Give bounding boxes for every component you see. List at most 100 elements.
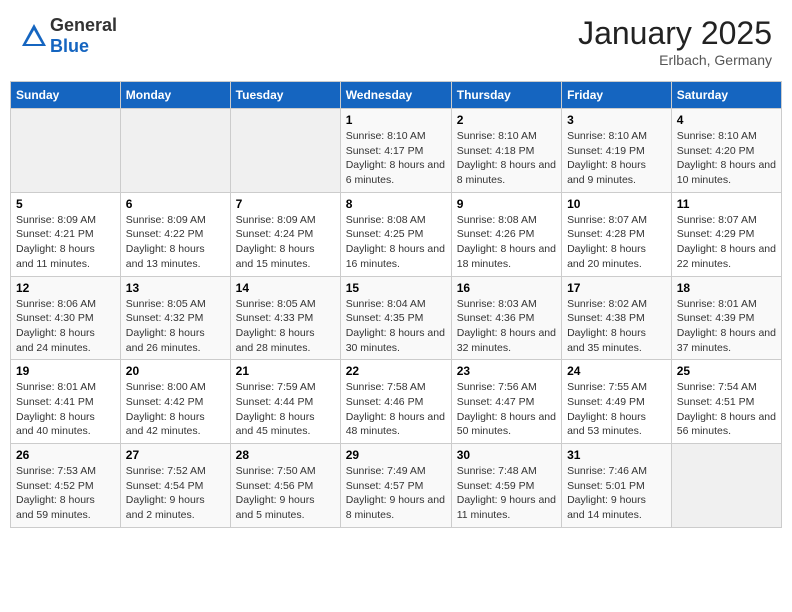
day-number: 19 (16, 364, 115, 378)
day-number: 17 (567, 281, 666, 295)
calendar-week-row: 12Sunrise: 8:06 AM Sunset: 4:30 PM Dayli… (11, 276, 782, 360)
day-number: 25 (677, 364, 776, 378)
calendar-cell: 20 Sunrise: 8:00 AM Sunset: 4:42 PM Dayli… (120, 360, 230, 444)
day-info: Sunrise: 7:59 AM Sunset: 4:44 PM Dayligh… (236, 380, 335, 439)
day-number: 24 (567, 364, 666, 378)
calendar-cell: 9 Sunrise: 8:08 AM Sunset: 4:26 PM Daylig… (451, 192, 561, 276)
day-info: Sunrise: 7:53 AM Sunset: 4:52 PM Dayligh… (16, 464, 115, 523)
page-header: General Blue January 2025 Erlbach, Germa… (10, 10, 782, 73)
day-number: 5 (16, 197, 115, 211)
day-info: Sunrise: 8:08 AM Sunset: 4:26 PM Dayligh… (457, 213, 556, 272)
day-number: 6 (126, 197, 225, 211)
day-info: Sunrise: 8:10 AM Sunset: 4:20 PM Dayligh… (677, 129, 776, 188)
day-number: 9 (457, 197, 556, 211)
day-info: Sunrise: 8:02 AM Sunset: 4:38 PM Dayligh… (567, 297, 666, 356)
calendar-cell: 8Sunrise: 8:08 AM Sunset: 4:25 PM Daylig… (340, 192, 451, 276)
day-info: Sunrise: 8:07 AM Sunset: 4:29 PM Dayligh… (677, 213, 776, 272)
day-info: Sunrise: 7:58 AM Sunset: 4:46 PM Dayligh… (346, 380, 446, 439)
day-number: 27 (126, 448, 225, 462)
day-info: Sunrise: 8:09 AM Sunset: 4:22 PM Dayligh… (126, 213, 225, 272)
day-number: 15 (346, 281, 446, 295)
calendar-week-row: 26Sunrise: 7:53 AM Sunset: 4:52 PM Dayli… (11, 444, 782, 528)
day-info: Sunrise: 7:54 AM Sunset: 4:51 PM Dayligh… (677, 380, 776, 439)
logo: General Blue (20, 15, 117, 57)
calendar-cell: 7 Sunrise: 8:09 AM Sunset: 4:24 PM Daylig… (230, 192, 340, 276)
calendar-cell: 23 Sunrise: 7:56 AM Sunset: 4:47 PM Dayli… (451, 360, 561, 444)
day-info: Sunrise: 8:00 AM Sunset: 4:42 PM Dayligh… (126, 380, 225, 439)
day-info: Sunrise: 8:07 AM Sunset: 4:28 PM Dayligh… (567, 213, 666, 272)
day-info: Sunrise: 8:04 AM Sunset: 4:35 PM Dayligh… (346, 297, 446, 356)
day-number: 31 (567, 448, 666, 462)
day-number: 30 (457, 448, 556, 462)
calendar-cell: 22 Sunrise: 7:58 AM Sunset: 4:46 PM Dayli… (340, 360, 451, 444)
day-info: Sunrise: 8:10 AM Sunset: 4:18 PM Dayligh… (457, 129, 556, 188)
day-info: Sunrise: 7:46 AM Sunset: 5:01 PM Dayligh… (567, 464, 666, 523)
day-number: 21 (236, 364, 335, 378)
calendar-cell (11, 109, 121, 193)
day-info: Sunrise: 8:05 AM Sunset: 4:32 PM Dayligh… (126, 297, 225, 356)
day-info: Sunrise: 8:03 AM Sunset: 4:36 PM Dayligh… (457, 297, 556, 356)
day-number: 11 (677, 197, 776, 211)
logo-text-blue: Blue (50, 36, 89, 56)
calendar-cell: 21 Sunrise: 7:59 AM Sunset: 4:44 PM Dayli… (230, 360, 340, 444)
day-number: 20 (126, 364, 225, 378)
weekday-header-saturday: Saturday (671, 82, 781, 109)
day-info: Sunrise: 8:06 AM Sunset: 4:30 PM Dayligh… (16, 297, 115, 356)
weekday-header-friday: Friday (562, 82, 672, 109)
day-number: 23 (457, 364, 556, 378)
calendar-cell: 13 Sunrise: 8:05 AM Sunset: 4:32 PM Dayli… (120, 276, 230, 360)
calendar-week-row: 19 Sunrise: 8:01 AM Sunset: 4:41 PM Dayli… (11, 360, 782, 444)
calendar-cell: 14Sunrise: 8:05 AM Sunset: 4:33 PM Dayli… (230, 276, 340, 360)
calendar-cell: 19 Sunrise: 8:01 AM Sunset: 4:41 PM Dayli… (11, 360, 121, 444)
day-info: Sunrise: 8:01 AM Sunset: 4:39 PM Dayligh… (677, 297, 776, 356)
calendar-cell: 26Sunrise: 7:53 AM Sunset: 4:52 PM Dayli… (11, 444, 121, 528)
calendar-cell (671, 444, 781, 528)
calendar-cell: 15 Sunrise: 8:04 AM Sunset: 4:35 PM Dayli… (340, 276, 451, 360)
calendar-cell: 29Sunrise: 7:49 AM Sunset: 4:57 PM Dayli… (340, 444, 451, 528)
day-number: 7 (236, 197, 335, 211)
calendar-cell: 24 Sunrise: 7:55 AM Sunset: 4:49 PM Dayli… (562, 360, 672, 444)
location: Erlbach, Germany (578, 52, 772, 68)
calendar-cell: 28 Sunrise: 7:50 AM Sunset: 4:56 PM Dayli… (230, 444, 340, 528)
weekday-header-row: SundayMondayTuesdayWednesdayThursdayFrid… (11, 82, 782, 109)
day-number: 28 (236, 448, 335, 462)
calendar-cell: 6 Sunrise: 8:09 AM Sunset: 4:22 PM Daylig… (120, 192, 230, 276)
logo-text-general: General (50, 15, 117, 35)
day-info: Sunrise: 7:48 AM Sunset: 4:59 PM Dayligh… (457, 464, 556, 523)
calendar-cell: 30 Sunrise: 7:48 AM Sunset: 4:59 PM Dayli… (451, 444, 561, 528)
day-number: 14 (236, 281, 335, 295)
day-info: Sunrise: 8:01 AM Sunset: 4:41 PM Dayligh… (16, 380, 115, 439)
calendar-cell: 27 Sunrise: 7:52 AM Sunset: 4:54 PM Dayli… (120, 444, 230, 528)
day-number: 10 (567, 197, 666, 211)
day-number: 13 (126, 281, 225, 295)
calendar-cell: 3Sunrise: 8:10 AM Sunset: 4:19 PM Daylig… (562, 109, 672, 193)
calendar-cell: 16Sunrise: 8:03 AM Sunset: 4:36 PM Dayli… (451, 276, 561, 360)
calendar-cell (120, 109, 230, 193)
calendar-cell: 17 Sunrise: 8:02 AM Sunset: 4:38 PM Dayli… (562, 276, 672, 360)
logo-icon (20, 22, 48, 50)
weekday-header-tuesday: Tuesday (230, 82, 340, 109)
weekday-header-monday: Monday (120, 82, 230, 109)
day-info: Sunrise: 7:55 AM Sunset: 4:49 PM Dayligh… (567, 380, 666, 439)
calendar-cell: 2 Sunrise: 8:10 AM Sunset: 4:18 PM Daylig… (451, 109, 561, 193)
day-number: 1 (346, 113, 446, 127)
weekday-header-wednesday: Wednesday (340, 82, 451, 109)
day-info: Sunrise: 8:10 AM Sunset: 4:17 PM Dayligh… (346, 129, 446, 188)
calendar-table: SundayMondayTuesdayWednesdayThursdayFrid… (10, 81, 782, 528)
day-info: Sunrise: 7:50 AM Sunset: 4:56 PM Dayligh… (236, 464, 335, 523)
calendar-week-row: 5Sunrise: 8:09 AM Sunset: 4:21 PM Daylig… (11, 192, 782, 276)
calendar-cell: 4 Sunrise: 8:10 AM Sunset: 4:20 PM Daylig… (671, 109, 781, 193)
calendar-cell: 11 Sunrise: 8:07 AM Sunset: 4:29 PM Dayli… (671, 192, 781, 276)
day-info: Sunrise: 7:56 AM Sunset: 4:47 PM Dayligh… (457, 380, 556, 439)
day-info: Sunrise: 8:10 AM Sunset: 4:19 PM Dayligh… (567, 129, 666, 188)
day-info: Sunrise: 7:52 AM Sunset: 4:54 PM Dayligh… (126, 464, 225, 523)
calendar-week-row: 1 Sunrise: 8:10 AM Sunset: 4:17 PM Daylig… (11, 109, 782, 193)
day-info: Sunrise: 8:09 AM Sunset: 4:24 PM Dayligh… (236, 213, 335, 272)
day-info: Sunrise: 7:49 AM Sunset: 4:57 PM Dayligh… (346, 464, 446, 523)
day-number: 8 (346, 197, 446, 211)
day-number: 2 (457, 113, 556, 127)
day-number: 4 (677, 113, 776, 127)
day-number: 22 (346, 364, 446, 378)
title-block: January 2025 Erlbach, Germany (578, 15, 772, 68)
calendar-cell: 1 Sunrise: 8:10 AM Sunset: 4:17 PM Daylig… (340, 109, 451, 193)
